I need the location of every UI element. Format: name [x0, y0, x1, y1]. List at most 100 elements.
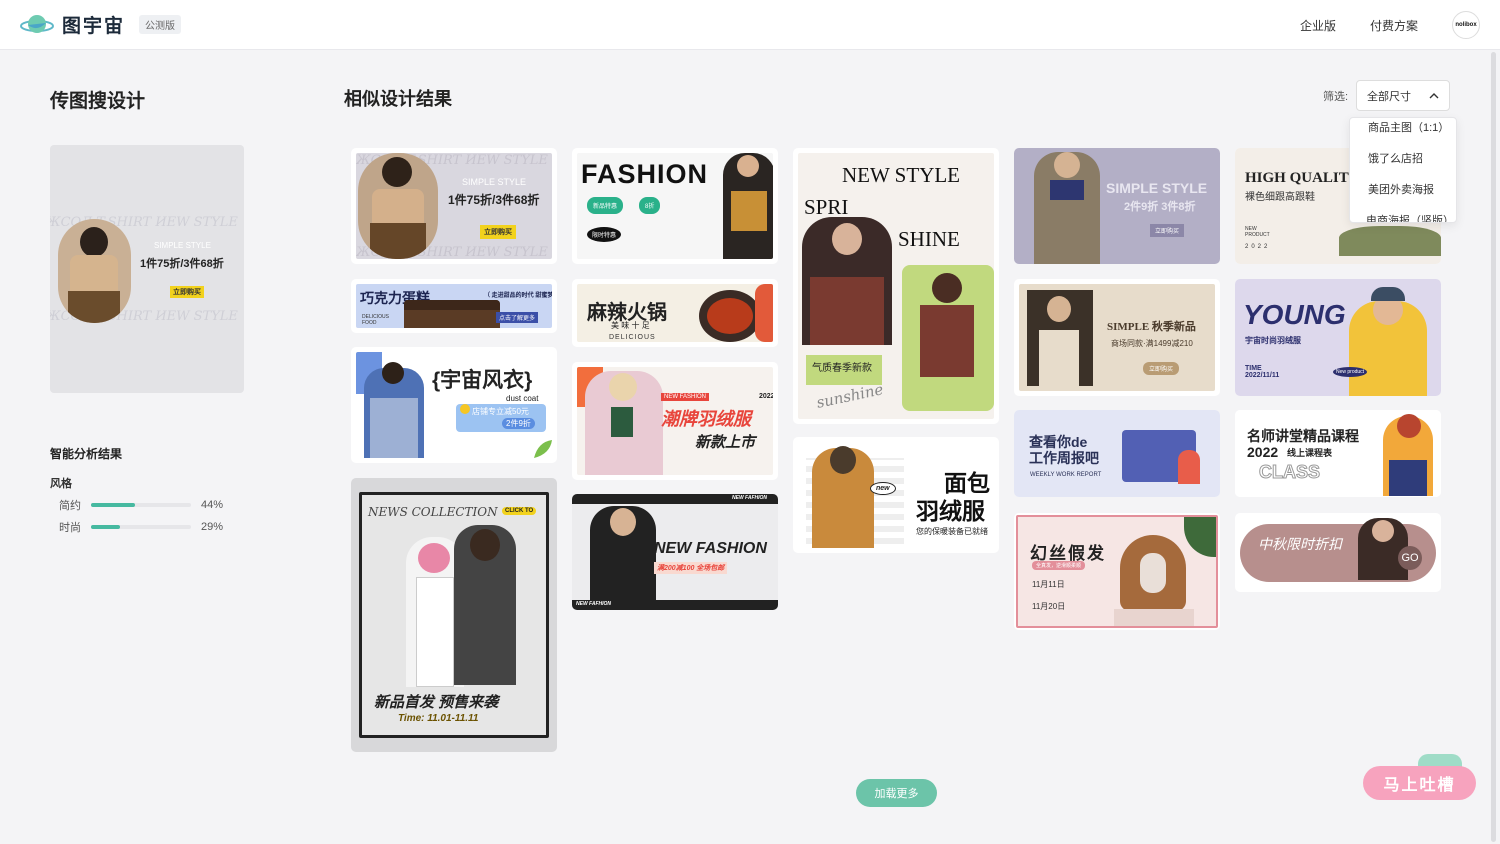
- model-image: [1027, 290, 1093, 386]
- design-card[interactable]: FASHION 新品特惠 8折 限时特惠: [572, 148, 778, 264]
- card-text: 宇宙时尚羽绒服: [1245, 336, 1301, 345]
- design-card[interactable]: NEW STYLE SPRI SHINE 气质春季新款 sunshine: [793, 148, 999, 424]
- stat-row: 时尚 29%: [59, 519, 223, 535]
- card-text: 立即购买: [480, 225, 516, 239]
- style-label: 风格: [50, 478, 72, 490]
- card-text: 8折: [639, 197, 661, 214]
- card-text: 名师讲堂精品课程: [1247, 428, 1359, 444]
- design-card[interactable]: NEW FAFHION NEW FAFHION NEW FASHION 满200…: [572, 494, 778, 610]
- wig-image: [1120, 535, 1186, 611]
- nav-enterprise[interactable]: 企业版: [1300, 17, 1336, 34]
- card-text: new: [870, 482, 896, 495]
- card-text: 点击了解更多: [496, 312, 539, 323]
- card-text: NEW PRODUCT: [1245, 226, 1270, 238]
- avatar[interactable]: nolibox: [1452, 11, 1480, 39]
- design-card[interactable]: 巧克力蛋糕 DELICIOUS FOOD （ 走进甜品的时代 甜蜜梦幻 ） 点击…: [351, 279, 557, 333]
- card-text: YOUNG: [1243, 299, 1346, 330]
- design-card[interactable]: {宇宙风衣} dust coat 店铺专立减50元 2件9折: [351, 347, 557, 463]
- logo[interactable]: 图宇宙 公测版: [20, 11, 182, 38]
- card-text: 满200减100 全场包邮: [654, 562, 728, 574]
- card-text: SIMPLE 秋季新品: [1107, 321, 1196, 333]
- design-card[interactable]: 中秋限时折扣 GO: [1235, 513, 1441, 592]
- design-card[interactable]: NEW FASHION 2022 潮牌羽绒服 新款上市: [572, 362, 778, 480]
- card-text: 店铺专立减50元: [472, 407, 529, 416]
- model-image: [454, 525, 516, 685]
- card-text: 线上课程表: [1287, 448, 1333, 458]
- design-card[interactable]: SIMPLE 秋季新品 商场同款·满1499减210 立即购买: [1014, 279, 1220, 396]
- card-text: 裸色细跟高跟鞋: [1245, 192, 1315, 203]
- filter-option[interactable]: 饿了么店招: [1350, 149, 1456, 180]
- card-text: 2件9折: [502, 418, 535, 429]
- design-card[interactable]: ЖСОЛ T-SHIRT ИЕW STYLE ЖСОЛ T-SHIRT ИЕW …: [351, 148, 557, 264]
- filter-dropdown: 商品主图（1:1） 饿了么店招 美团外卖海报 电商海报（竖版）: [1349, 117, 1457, 223]
- model-cutout-image: [902, 265, 994, 411]
- filter-option[interactable]: 美团外卖海报: [1350, 180, 1456, 211]
- feedback-button[interactable]: 马上吐槽: [1363, 766, 1476, 800]
- card-text: NEW STYLE: [842, 163, 961, 187]
- card-text: NEW FASHION: [654, 540, 767, 557]
- card-text: NEW FAFHION: [732, 495, 767, 501]
- model-image: [723, 153, 773, 259]
- filter-option[interactable]: 电商海报（竖版）: [1350, 211, 1456, 222]
- analysis-title: 智能分析结果: [50, 447, 123, 461]
- filter-option[interactable]: 商品主图（1:1）: [1350, 118, 1456, 149]
- illustration-teacher: [1383, 414, 1433, 496]
- design-card[interactable]: YOUNG 宇宙时尚羽绒服 TIME 2022/11/11 New produc…: [1235, 279, 1441, 396]
- card-text: 2022: [759, 393, 773, 400]
- beta-badge: 公测版: [139, 15, 182, 34]
- card-text: TIME 2022/11/11: [1245, 365, 1280, 379]
- card-text: SHINE: [898, 227, 960, 251]
- size-filter-select[interactable]: 全部尺寸: [1356, 80, 1450, 111]
- design-card[interactable]: NEWS COLLECTION CLICK TO 新品首发 预售来袭 Time:…: [351, 478, 557, 752]
- smile-icon: [460, 404, 470, 414]
- card-text: 新品特惠: [587, 197, 624, 214]
- design-card[interactable]: 查看你de 工作周报吧 WEEKLY WORK REPORT: [1014, 410, 1220, 497]
- model-coat-image: [1034, 152, 1100, 264]
- card-text: CLASS: [1258, 462, 1321, 483]
- shoe-stage-image: [1339, 226, 1441, 256]
- card-model-photo: [358, 153, 438, 259]
- model-jacket-image: [590, 506, 656, 600]
- page-scrollbar[interactable]: [1491, 52, 1496, 842]
- design-card[interactable]: new 面包 羽绒服 您的保暖装备已就绪: [793, 437, 999, 553]
- logo-text: 图宇宙: [62, 16, 126, 37]
- design-card[interactable]: 名师讲堂精品课程 2022 线上课程表 CLASS: [1235, 410, 1441, 497]
- card-text: 美 味 十 足: [611, 321, 650, 330]
- card-text: （ 走进甜品的时代 甜蜜梦幻 ）: [484, 293, 552, 299]
- planet-logo-icon: [20, 12, 54, 38]
- decor-shape: [1184, 517, 1216, 557]
- model-puffer-image: [1349, 287, 1427, 396]
- stat-row: 简约 44%: [59, 497, 223, 513]
- top-header: 图宇宙 公测版 企业版 付费方案 nolibox: [0, 0, 1500, 50]
- card-text: 气质春季新款: [812, 363, 872, 374]
- decor-shape: [1114, 609, 1194, 626]
- card-text: dust coat: [506, 394, 539, 403]
- card-text: 2022: [1247, 444, 1279, 460]
- filter-value: 全部尺寸: [1367, 90, 1411, 103]
- card-text: 11月11日: [1032, 580, 1065, 589]
- leaf-icon: [534, 440, 552, 458]
- card-text: GO: [1398, 546, 1422, 570]
- decor-shape: [755, 284, 773, 342]
- model-puffer-image: [812, 446, 874, 548]
- model-coat-image: [364, 362, 424, 458]
- model-image: [802, 217, 892, 345]
- design-card[interactable]: 麻辣火锅 美 味 十 足 DELICIOUS: [572, 279, 778, 347]
- stat-bar-fill: [91, 503, 135, 507]
- design-card[interactable]: 幻丝假发 全真发，逆滑顺柔顺 11月11日 11月20日: [1014, 513, 1220, 630]
- preview-model-photo: [58, 219, 131, 323]
- preview-buy-badge: 立即购买: [170, 286, 204, 298]
- illustration-person: [1178, 450, 1200, 484]
- load-more-button[interactable]: 加载更多: [856, 779, 937, 807]
- design-card[interactable]: SIMPLE STYLE 2件9折 3件8折 立即购买: [1014, 148, 1220, 264]
- nav-pricing[interactable]: 付费方案: [1370, 17, 1418, 34]
- results-title: 相似设计结果: [344, 89, 452, 109]
- uploaded-image-preview[interactable]: ЖСОЛ T-SHIRT ИЕW STYLE ЖСОЛ T-SHIRT ИЕW …: [50, 145, 244, 393]
- card-text: CLICK TO: [502, 507, 537, 515]
- stat-bar-fill: [91, 525, 120, 529]
- card-text: 羽绒服: [916, 498, 985, 524]
- card-text: DELICIOUS: [609, 334, 656, 341]
- card-text: Time: 11.01-11.11: [398, 713, 479, 724]
- card-text: NEW FASHION: [661, 393, 710, 401]
- top-nav: 企业版 付费方案 nolibox: [1300, 0, 1480, 50]
